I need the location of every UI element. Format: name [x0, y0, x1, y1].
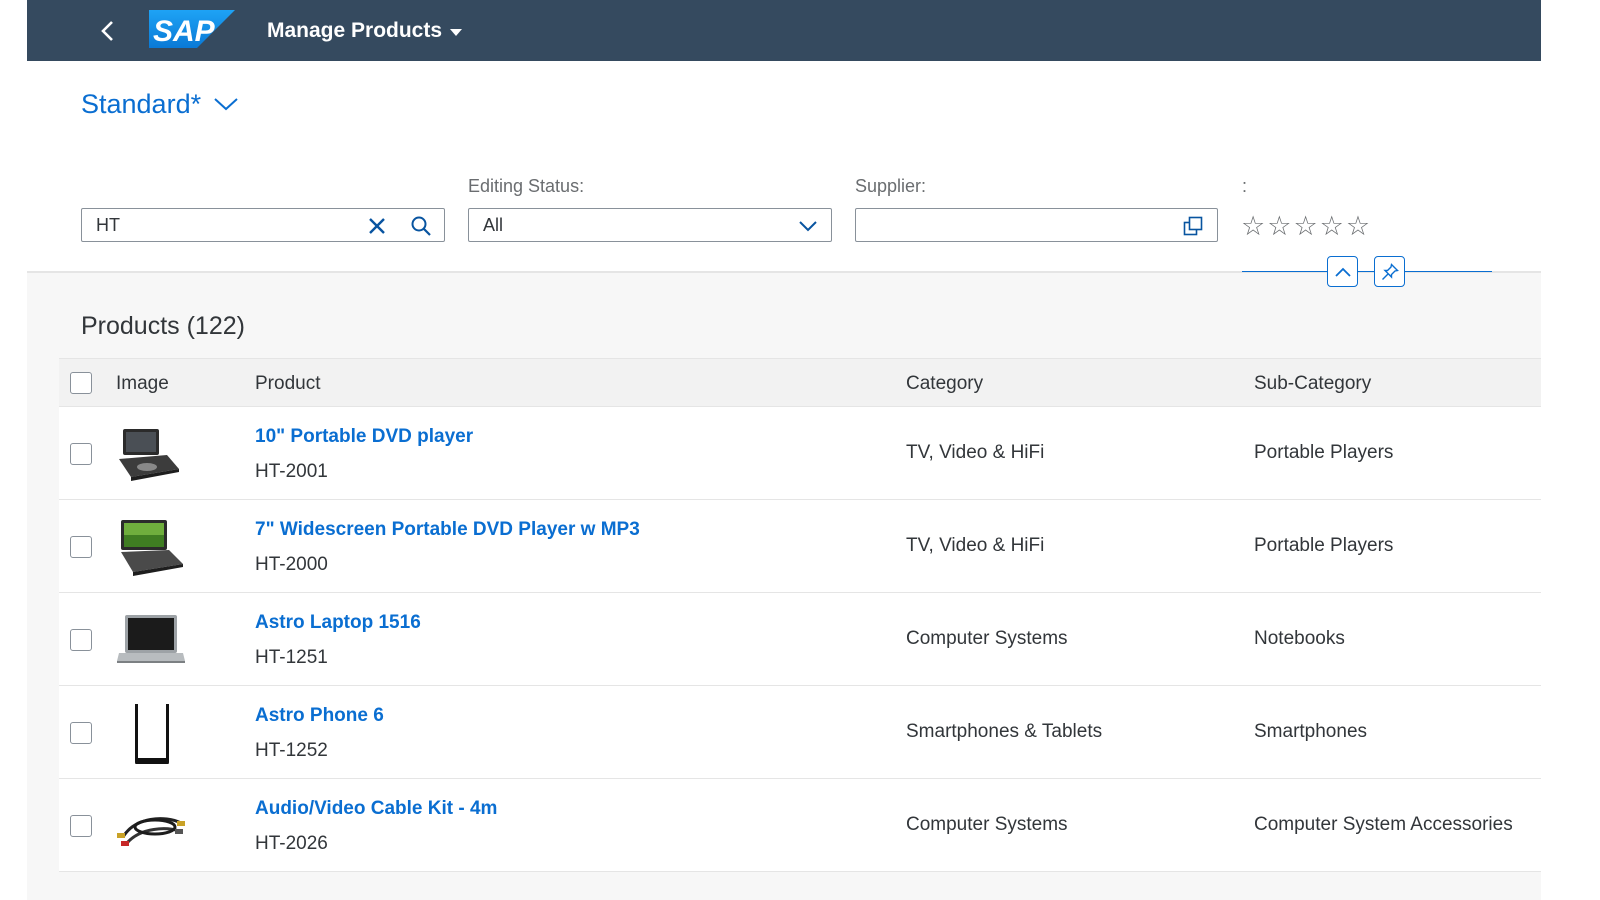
- supplier-label: Supplier:: [855, 176, 927, 196]
- header-toggle-line: [1242, 271, 1492, 272]
- product-name-link[interactable]: Astro Phone 6: [255, 705, 384, 727]
- editing-status-select[interactable]: All: [468, 208, 832, 242]
- category-cell: TV, Video & HiFi: [906, 535, 1045, 556]
- product-name-link[interactable]: Astro Laptop 1516: [255, 612, 421, 634]
- chevron-down-icon[interactable]: [795, 213, 821, 239]
- search-value: HT: [96, 215, 120, 235]
- star-icon[interactable]: ☆: [1267, 211, 1291, 241]
- row-checkbox[interactable]: [70, 815, 92, 837]
- chevron-up-icon: [1334, 267, 1351, 277]
- table-row[interactable]: 10" Portable DVD player HT-2001 TV, Vide…: [59, 407, 1541, 500]
- value-help-icon[interactable]: [1180, 213, 1206, 239]
- star-icon[interactable]: ☆: [1293, 211, 1317, 241]
- pin-icon: [1381, 262, 1399, 280]
- column-header-category[interactable]: Category: [906, 373, 983, 395]
- product-id: HT-2001: [255, 461, 328, 482]
- variant-selector[interactable]: Standard*: [81, 86, 239, 122]
- table-header: Image Product Category Sub-Category: [59, 358, 1541, 407]
- column-header-product[interactable]: Product: [255, 373, 320, 395]
- portable-dvd-player-image: [119, 429, 179, 481]
- star-icon[interactable]: ☆: [1346, 211, 1370, 241]
- app-title-menu[interactable]: Manage Products: [267, 17, 463, 45]
- row-checkbox[interactable]: [70, 629, 92, 651]
- svg-text:SAP: SAP: [153, 15, 216, 48]
- chevron-down-icon: [214, 98, 238, 111]
- sub-category-cell: Computer System Accessories: [1254, 814, 1513, 835]
- sap-logo[interactable]: SAP: [149, 10, 235, 48]
- smartphone-image: [135, 704, 169, 764]
- products-table: Image Product Category Sub-Category 10" …: [59, 358, 1541, 872]
- product-name-link[interactable]: 7" Widescreen Portable DVD Player w MP3: [255, 519, 640, 541]
- cable-kit-image: [117, 817, 185, 846]
- star-icon[interactable]: ☆: [1241, 211, 1265, 241]
- collapse-header-button[interactable]: [1327, 256, 1358, 287]
- table-row[interactable]: 7" Widescreen Portable DVD Player w MP3 …: [59, 500, 1541, 593]
- caret-down-icon: [450, 28, 463, 36]
- row-checkbox[interactable]: [70, 443, 92, 465]
- category-cell: Computer Systems: [906, 814, 1068, 835]
- table-row[interactable]: Astro Laptop 1516 HT-1251 Computer Syste…: [59, 593, 1541, 686]
- sub-category-cell: Notebooks: [1254, 628, 1345, 649]
- pin-header-button[interactable]: [1374, 256, 1405, 287]
- clear-icon[interactable]: [364, 213, 390, 239]
- search-icon[interactable]: [408, 213, 434, 239]
- back-button[interactable]: [91, 14, 125, 48]
- laptop-image: [117, 615, 185, 663]
- chevron-left-icon: [101, 21, 113, 41]
- star-icon[interactable]: ☆: [1320, 211, 1344, 241]
- table-row[interactable]: Audio/Video Cable Kit - 4m HT-2026 Compu…: [59, 779, 1541, 872]
- rating-label: :: [1242, 176, 1248, 196]
- app-title: Manage Products: [267, 19, 443, 42]
- variant-title: Standard*: [81, 88, 202, 119]
- product-id: HT-2026: [255, 833, 328, 854]
- widescreen-dvd-player-image: [121, 520, 183, 576]
- sub-category-cell: Portable Players: [1254, 442, 1394, 463]
- shell-bar: SAP Manage Products: [27, 0, 1541, 61]
- category-cell: Computer Systems: [906, 628, 1068, 649]
- category-cell: TV, Video & HiFi: [906, 442, 1045, 463]
- product-id: HT-1252: [255, 740, 328, 761]
- select-all-checkbox[interactable]: [70, 372, 92, 394]
- product-id: HT-2000: [255, 554, 328, 575]
- row-checkbox[interactable]: [70, 536, 92, 558]
- row-checkbox[interactable]: [70, 722, 92, 744]
- table-title: Products (122): [81, 312, 245, 340]
- column-header-sub-category[interactable]: Sub-Category: [1254, 373, 1371, 395]
- sub-category-cell: Portable Players: [1254, 535, 1394, 556]
- editing-status-label: Editing Status:: [468, 176, 585, 196]
- product-name-link[interactable]: Audio/Video Cable Kit - 4m: [255, 798, 497, 820]
- rating-indicator[interactable]: ☆ ☆ ☆ ☆ ☆: [1241, 211, 1370, 241]
- search-input[interactable]: HT: [81, 208, 445, 242]
- editing-status-value: All: [483, 215, 504, 235]
- category-cell: Smartphones & Tablets: [906, 721, 1103, 742]
- supplier-input[interactable]: [855, 208, 1218, 242]
- product-id: HT-1251: [255, 647, 328, 668]
- app-page: SAP Manage Products Standard* HT Editing…: [27, 0, 1541, 900]
- product-name-link[interactable]: 10" Portable DVD player: [255, 426, 473, 448]
- table-row[interactable]: Astro Phone 6 HT-1252 Smartphones & Tabl…: [59, 686, 1541, 779]
- sub-category-cell: Smartphones: [1254, 721, 1368, 742]
- column-header-image[interactable]: Image: [116, 373, 169, 395]
